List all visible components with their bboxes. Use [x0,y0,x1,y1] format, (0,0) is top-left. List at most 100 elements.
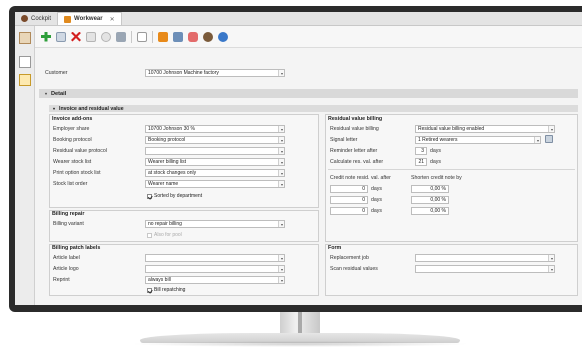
field-value: 0,00 % [430,186,446,192]
tag-icon[interactable] [188,31,198,42]
reprint-label: Reprint [53,277,70,283]
replacement-job-select[interactable] [415,254,555,262]
chevron-down-icon[interactable] [278,148,284,154]
credit-days-input[interactable]: 0 [330,185,368,193]
user-avatar-icon[interactable] [19,32,31,44]
days-unit: days [371,186,382,192]
group-title: Invoice add-ons [52,116,93,122]
add-icon[interactable] [41,31,51,42]
tab-label: Cockpit [31,15,52,22]
person-icon[interactable] [203,31,213,42]
article-logo-label: Article logo [53,266,79,272]
customer-value: 10700 Johnson Machine factory [148,70,219,76]
residual-value-billing-select[interactable]: Residual value billing enabled [415,125,555,133]
group-title: Billing repair [52,211,85,217]
chevron-down-icon[interactable] [278,255,284,261]
open-letter-icon[interactable] [545,135,553,143]
chevron-down-icon[interactable] [278,137,284,143]
checkbox-label: Bill repatching [154,287,186,293]
days-unit: days [371,197,382,203]
booking-protocol-select[interactable]: Booking protocol [145,136,285,144]
field-value: Residual value billing enabled [418,126,485,132]
reprint-select[interactable]: always bill [145,276,285,284]
tab-label: Workwear [74,16,103,22]
sorted-by-department-checkbox[interactable]: Sorted by department [147,193,202,199]
signal-letter-label: Signal letter [330,137,358,143]
shorten-percent-input[interactable]: 0,00 % [411,185,449,193]
tab-cockpit[interactable]: Cockpit [15,12,57,25]
print-option-stock-list-select[interactable]: at stock changes only [145,169,285,177]
monitor-stand-neck [280,312,320,334]
stock-icon[interactable] [158,31,168,42]
bill-repatching-checkbox[interactable]: Bill repatching [147,287,185,293]
article-label-label: Article label [53,255,80,261]
field-value: 1 Retired wearers [418,137,458,143]
chevron-down-icon[interactable] [548,255,554,261]
save-icon[interactable] [86,31,96,42]
customer-select[interactable]: 10700 Johnson Machine factory [145,69,285,77]
article-label-select[interactable] [145,254,285,262]
stock-list-order-label: Stock list order [53,181,88,187]
stock-list-order-select[interactable]: Wearer name [145,180,285,188]
tab-workwear[interactable]: Workwear ✕ [57,12,122,25]
credit-days-input[interactable]: 0 [330,196,368,204]
toolbar-separator [131,30,132,43]
delete-icon[interactable] [71,31,81,42]
screen: Cockpit Workwear ✕ Customer 10700 Johnso… [15,12,582,305]
chevron-down-icon[interactable] [278,159,284,165]
wearer-stock-list-select[interactable]: Wearer billing list [145,158,285,166]
booking-protocol-label: Booking protocol [53,137,92,143]
copy-icon[interactable] [56,31,66,42]
article-logo-select[interactable] [145,265,285,273]
replacement-job-label: Replacement job [330,255,369,261]
shorten-percent-input[interactable]: 0,00 % [411,207,449,215]
content-area: Customer 10700 Johnson Machine factory ▾… [35,48,582,305]
field-value: 21 [418,159,424,165]
calculate-res-val-after-input[interactable]: 21 [415,158,427,166]
folder-icon[interactable] [19,74,31,86]
section-detail[interactable]: ▾ Detail [39,89,578,98]
toolbar-separator [152,30,153,43]
print-icon[interactable] [116,31,126,42]
chevron-down-icon[interactable] [278,126,284,132]
residual-value-protocol-label: Residual value protocol [53,148,107,154]
billing-variant-select[interactable]: no repair billing [145,220,285,228]
signal-letter-select[interactable]: 1 Retired wearers [415,136,541,144]
chevron-down-icon[interactable] [278,181,284,187]
chevron-down-icon[interactable] [534,137,540,143]
section-title: Invoice and residual value [59,106,124,112]
document-icon[interactable] [19,56,31,68]
scan-residual-values-select[interactable] [415,265,555,273]
chevron-down-icon[interactable] [278,70,284,76]
field-value: 0 [362,186,365,192]
chevron-down-icon[interactable] [278,266,284,272]
reminder-letter-after-input[interactable]: 3 [415,147,427,155]
residual-value-protocol-select[interactable] [145,147,285,155]
globe-icon[interactable] [218,31,228,42]
employer-share-label: Employer share [53,126,90,132]
billing-variant-label: Billing variant [53,221,84,227]
report-icon[interactable] [137,31,147,42]
chevron-down-icon[interactable] [278,170,284,176]
building-icon[interactable] [173,31,183,42]
close-icon[interactable]: ✕ [110,16,115,23]
group-title: Billing patch labels [52,245,101,251]
chevron-down-icon[interactable] [548,266,554,272]
collapse-icon: ▾ [45,91,48,96]
checkbox-box[interactable] [147,232,152,238]
field-value: 10700 Johnson 30 % [148,126,195,132]
checkbox-box[interactable] [147,287,152,293]
undo-icon[interactable] [101,31,111,42]
employer-share-select[interactable]: 10700 Johnson 30 % [145,125,285,133]
tab-bar: Cockpit Workwear ✕ [15,12,582,26]
chevron-down-icon[interactable] [548,126,554,132]
credit-days-input[interactable]: 0 [330,207,368,215]
section-invoice-residual[interactable]: ▾ Invoice and residual value [49,105,578,112]
also-for-pool-checkbox[interactable]: Also for pool [147,232,182,238]
checkbox-box[interactable] [147,193,152,199]
chevron-down-icon[interactable] [278,221,284,227]
days-unit: days [430,148,441,154]
reminder-letter-after-label: Reminder letter after [330,148,378,154]
shorten-percent-input[interactable]: 0,00 % [411,196,449,204]
chevron-down-icon[interactable] [278,277,284,283]
